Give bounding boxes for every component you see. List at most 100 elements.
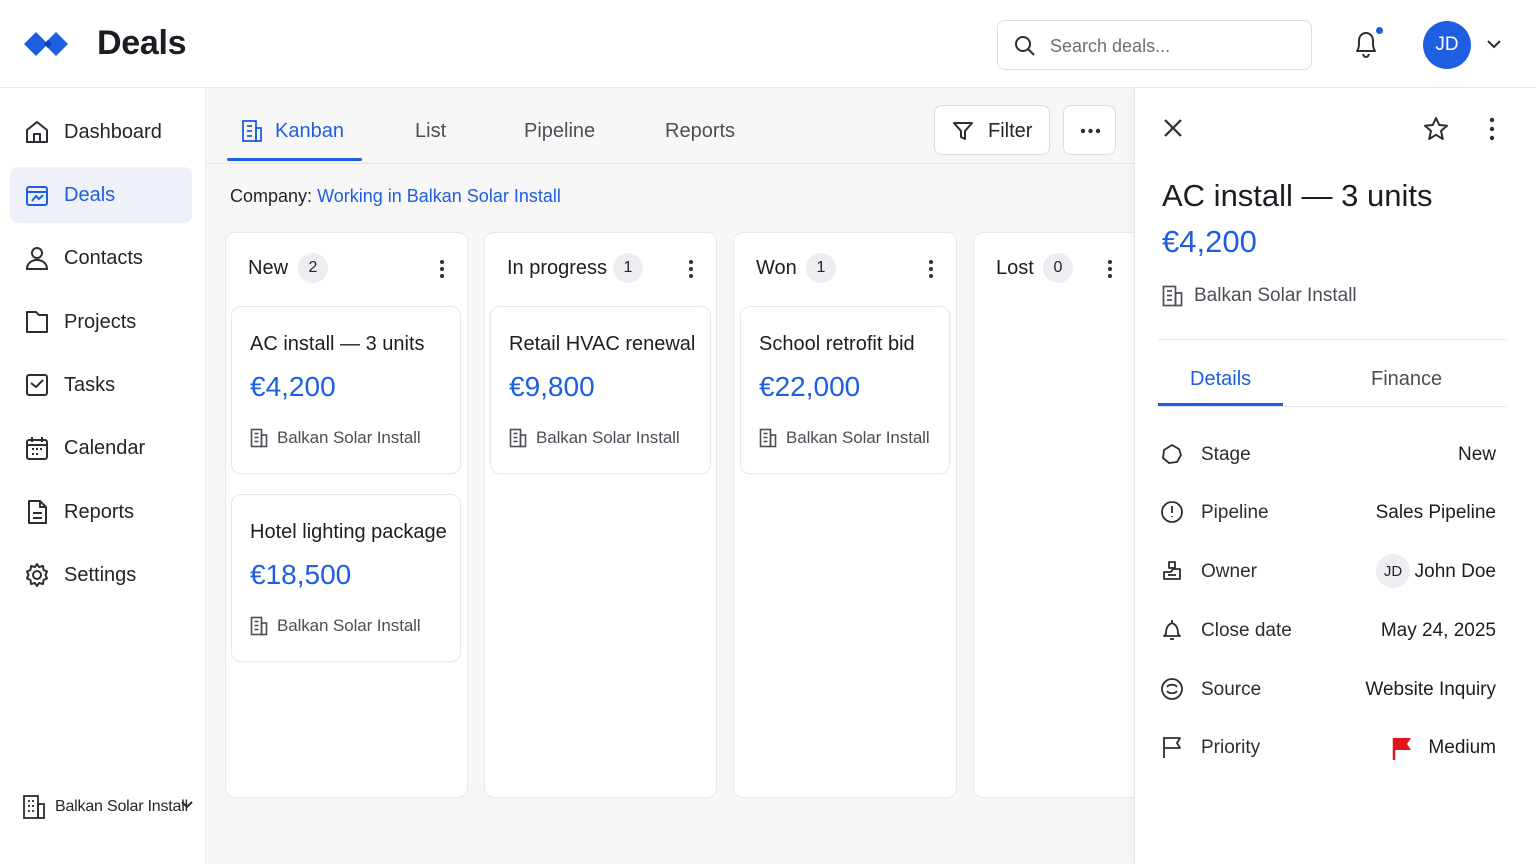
tab-reports[interactable]: Reports	[665, 120, 735, 143]
detail-row-owner: Owner JD John Doe	[1160, 554, 1498, 588]
page-title: Deals	[97, 24, 187, 62]
deal-organization: Balkan Solar Install	[536, 428, 680, 447]
sidebar-item-reports[interactable]: Reports	[10, 484, 192, 540]
detail-row-stage: Stage New	[1160, 440, 1498, 470]
kebab-menu-icon[interactable]	[430, 257, 454, 281]
chevron-down-icon[interactable]	[1486, 38, 1502, 50]
tab-pipeline[interactable]: Pipeline	[524, 120, 595, 143]
kebab-menu-icon[interactable]	[919, 257, 943, 281]
sidebar-item-contacts[interactable]: Contacts	[10, 230, 192, 286]
detail-row-source: Source Website Inquiry	[1160, 675, 1498, 705]
deal-amount: €18,500	[250, 559, 352, 590]
owner-icon	[1160, 559, 1184, 583]
sidebar-item-label: Dashboard	[64, 121, 162, 143]
search-box[interactable]	[997, 20, 1312, 70]
close-date-icon	[1160, 618, 1184, 642]
sidebar-item-label: Contacts	[64, 247, 143, 269]
detail-label: Owner	[1201, 561, 1257, 582]
deals-icon	[24, 182, 50, 208]
sidebar-item-tasks[interactable]: Tasks	[10, 357, 192, 413]
divider	[1158, 339, 1507, 340]
search-input[interactable]	[1050, 33, 1290, 59]
column-title: In progress	[507, 257, 608, 279]
close-icon[interactable]	[1161, 116, 1185, 140]
kebab-menu-icon[interactable]	[1098, 257, 1122, 281]
building-icon	[1162, 285, 1183, 307]
building-icon	[22, 794, 46, 820]
detail-row-priority: Priority Medium	[1160, 733, 1498, 763]
active-tab-indicator	[1158, 403, 1283, 406]
more-options-button[interactable]	[1063, 105, 1116, 155]
tab-finance[interactable]: Finance	[1371, 368, 1442, 391]
deal-card[interactable]: Retail HVAC renewal €9,800 Balkan Solar …	[490, 306, 711, 474]
deal-card[interactable]: Hotel lighting package €18,500 Balkan So…	[231, 494, 461, 662]
company-filter-link[interactable]: Working in Balkan Solar Install	[317, 186, 561, 206]
organization-name: Balkan Solar Install	[55, 798, 188, 815]
sidebar-item-dashboard[interactable]: Dashboard	[10, 104, 192, 160]
calendar-icon	[24, 435, 50, 461]
deal-amount: €9,800	[509, 371, 595, 402]
detail-label: Pipeline	[1201, 502, 1269, 523]
detail-value[interactable]: Medium	[1428, 737, 1496, 759]
deal-organization: Balkan Solar Install	[277, 428, 421, 447]
sidebar-item-projects[interactable]: Projects	[10, 294, 192, 350]
building-icon	[509, 428, 527, 448]
building-icon	[241, 119, 263, 143]
deal-detail-title: AC install — 3 units	[1162, 178, 1433, 213]
flag-outline-icon	[1160, 735, 1184, 759]
sidebar-item-label: Settings	[64, 564, 137, 586]
notification-dot	[1374, 25, 1385, 36]
deal-amount: €4,200	[250, 371, 336, 402]
sidebar-item-deals[interactable]: Deals	[10, 167, 192, 223]
filter-label: Filter	[988, 120, 1033, 142]
deal-detail-organization[interactable]: Balkan Solar Install	[1194, 285, 1357, 307]
detail-row-pipeline: Pipeline Sales Pipeline	[1160, 498, 1498, 528]
sidebar-item-settings[interactable]: Settings	[10, 547, 192, 603]
deal-title: School retrofit bid	[759, 333, 915, 355]
detail-row-close-date: Close date May 24, 2025	[1160, 616, 1498, 646]
detail-label: Close date	[1201, 620, 1292, 641]
deal-title: AC install — 3 units	[250, 333, 425, 355]
detail-value[interactable]: Sales Pipeline	[1376, 502, 1496, 524]
sidebar-item-label: Projects	[64, 311, 137, 333]
priority-flag-icon	[1391, 736, 1413, 760]
top-bar: Deals JD	[0, 0, 1536, 88]
deal-organization: Balkan Solar Install	[786, 428, 930, 447]
sidebar-item-label: Calendar	[64, 437, 146, 459]
detail-value[interactable]: Website Inquiry	[1365, 679, 1496, 701]
star-icon[interactable]	[1422, 115, 1450, 143]
user-avatar[interactable]: JD	[1423, 21, 1471, 69]
organization-switcher[interactable]: Balkan Solar Install	[22, 792, 202, 822]
chevron-down-icon	[180, 800, 194, 810]
building-icon	[250, 428, 268, 448]
user-icon	[24, 245, 50, 271]
kebab-menu-icon[interactable]	[679, 257, 703, 281]
stage-icon	[1160, 442, 1184, 466]
deal-detail-amount: €4,200	[1162, 224, 1257, 259]
sidebar-item-calendar[interactable]: Calendar	[10, 420, 192, 476]
sidebar: Dashboard Deals Contacts Projects Tasks …	[0, 88, 206, 864]
folder-icon	[24, 309, 50, 335]
deal-amount: €22,000	[759, 371, 861, 402]
detail-value[interactable]: New	[1458, 444, 1496, 466]
tab-list[interactable]: List	[415, 120, 446, 143]
more-horizontal-icon	[1080, 128, 1101, 134]
building-icon	[250, 616, 268, 636]
owner-avatar: JD	[1376, 554, 1410, 588]
detail-label: Priority	[1201, 737, 1261, 758]
column-title: New	[248, 257, 289, 279]
document-icon	[24, 499, 50, 525]
detail-value[interactable]: May 24, 2025	[1381, 620, 1496, 642]
filter-button[interactable]: Filter	[934, 105, 1050, 155]
deal-title: Hotel lighting package	[250, 521, 447, 543]
detail-label: Stage	[1201, 444, 1251, 465]
detail-label: Source	[1201, 679, 1262, 700]
deal-organization: Balkan Solar Install	[277, 616, 421, 635]
deal-card[interactable]: School retrofit bid €22,000 Balkan Solar…	[740, 306, 950, 474]
detail-value[interactable]: John Doe	[1415, 561, 1496, 583]
deal-title: Retail HVAC renewal	[509, 333, 696, 355]
kebab-menu-icon[interactable]	[1483, 116, 1501, 142]
tab-details[interactable]: Details	[1190, 368, 1251, 391]
deal-card[interactable]: AC install — 3 units €4,200 Balkan Solar…	[231, 306, 461, 474]
app-logo-icon[interactable]	[22, 28, 70, 60]
